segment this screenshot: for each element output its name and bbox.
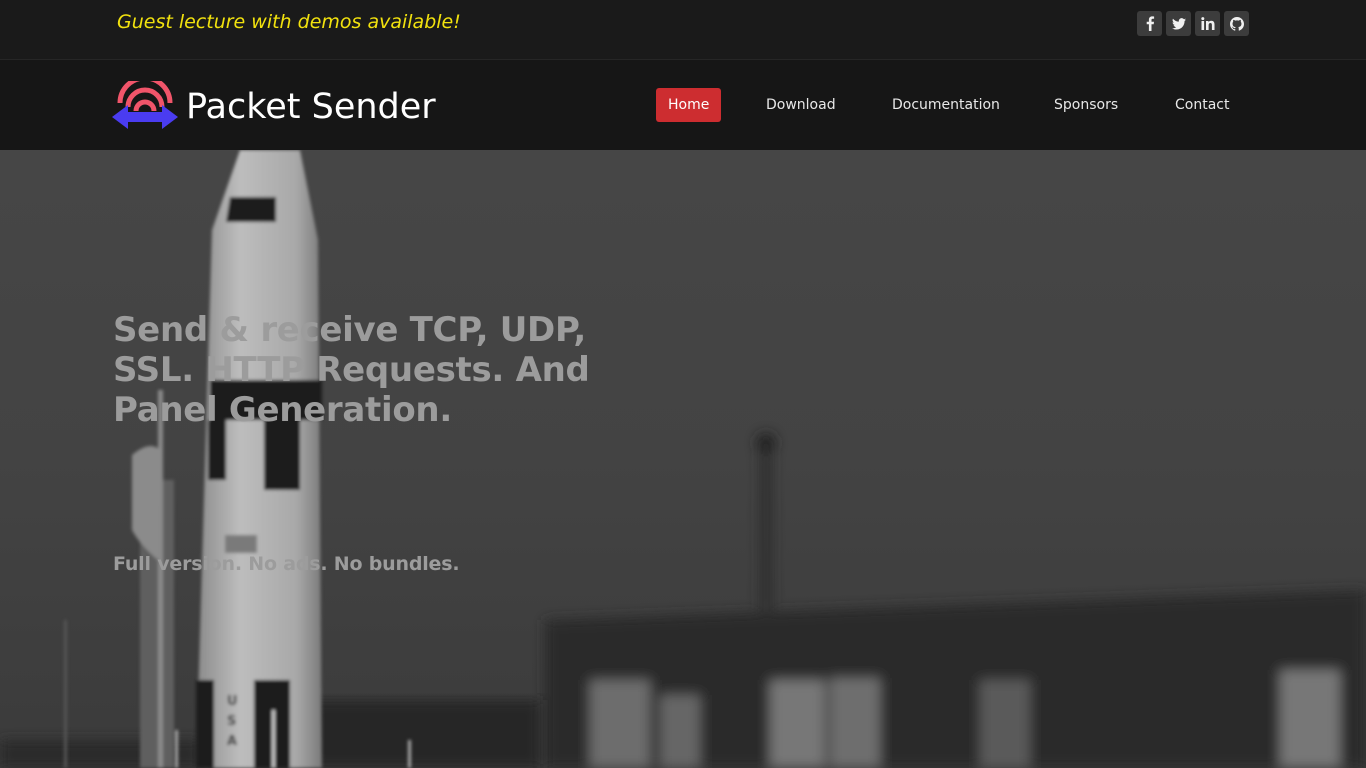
nav-download[interactable]: Download <box>766 88 836 122</box>
svg-text:U: U <box>227 694 238 709</box>
social-links <box>1137 11 1249 36</box>
svg-text:A: A <box>227 734 237 749</box>
github-link[interactable] <box>1224 11 1249 36</box>
nav-documentation[interactable]: Documentation <box>892 88 1000 122</box>
hero-background-image: U S A <box>0 150 1366 768</box>
linkedin-icon <box>1200 17 1215 30</box>
twitter-link[interactable] <box>1166 11 1191 36</box>
announcement-text[interactable]: Guest lecture with demos available! <box>117 11 461 33</box>
nav-contact[interactable]: Contact <box>1175 88 1229 122</box>
github-icon <box>1229 16 1244 31</box>
brand-name: Packet Sender <box>186 87 436 127</box>
main-navbar: Packet Sender Home Download Documentatio… <box>0 61 1366 150</box>
brand[interactable]: Packet Sender <box>112 75 436 133</box>
facebook-icon <box>1145 16 1155 31</box>
hero-section: U S A Send & receive TCP, UDP, SSL. HTTP… <box>0 150 1366 768</box>
linkedin-link[interactable] <box>1195 11 1220 36</box>
nav-home[interactable]: Home <box>656 88 722 122</box>
top-bar: Guest lecture with demos available! <box>0 0 1366 60</box>
packet-sender-logo-icon <box>112 75 178 133</box>
hero-subtitle: Full version. No ads. No bundles. <box>113 553 460 575</box>
svg-text:S: S <box>227 714 236 729</box>
hero-title: Send & receive TCP, UDP, SSL. HTTP Reque… <box>113 310 590 430</box>
twitter-icon <box>1171 17 1186 30</box>
facebook-link[interactable] <box>1137 11 1162 36</box>
nav-sponsors[interactable]: Sponsors <box>1054 88 1118 122</box>
